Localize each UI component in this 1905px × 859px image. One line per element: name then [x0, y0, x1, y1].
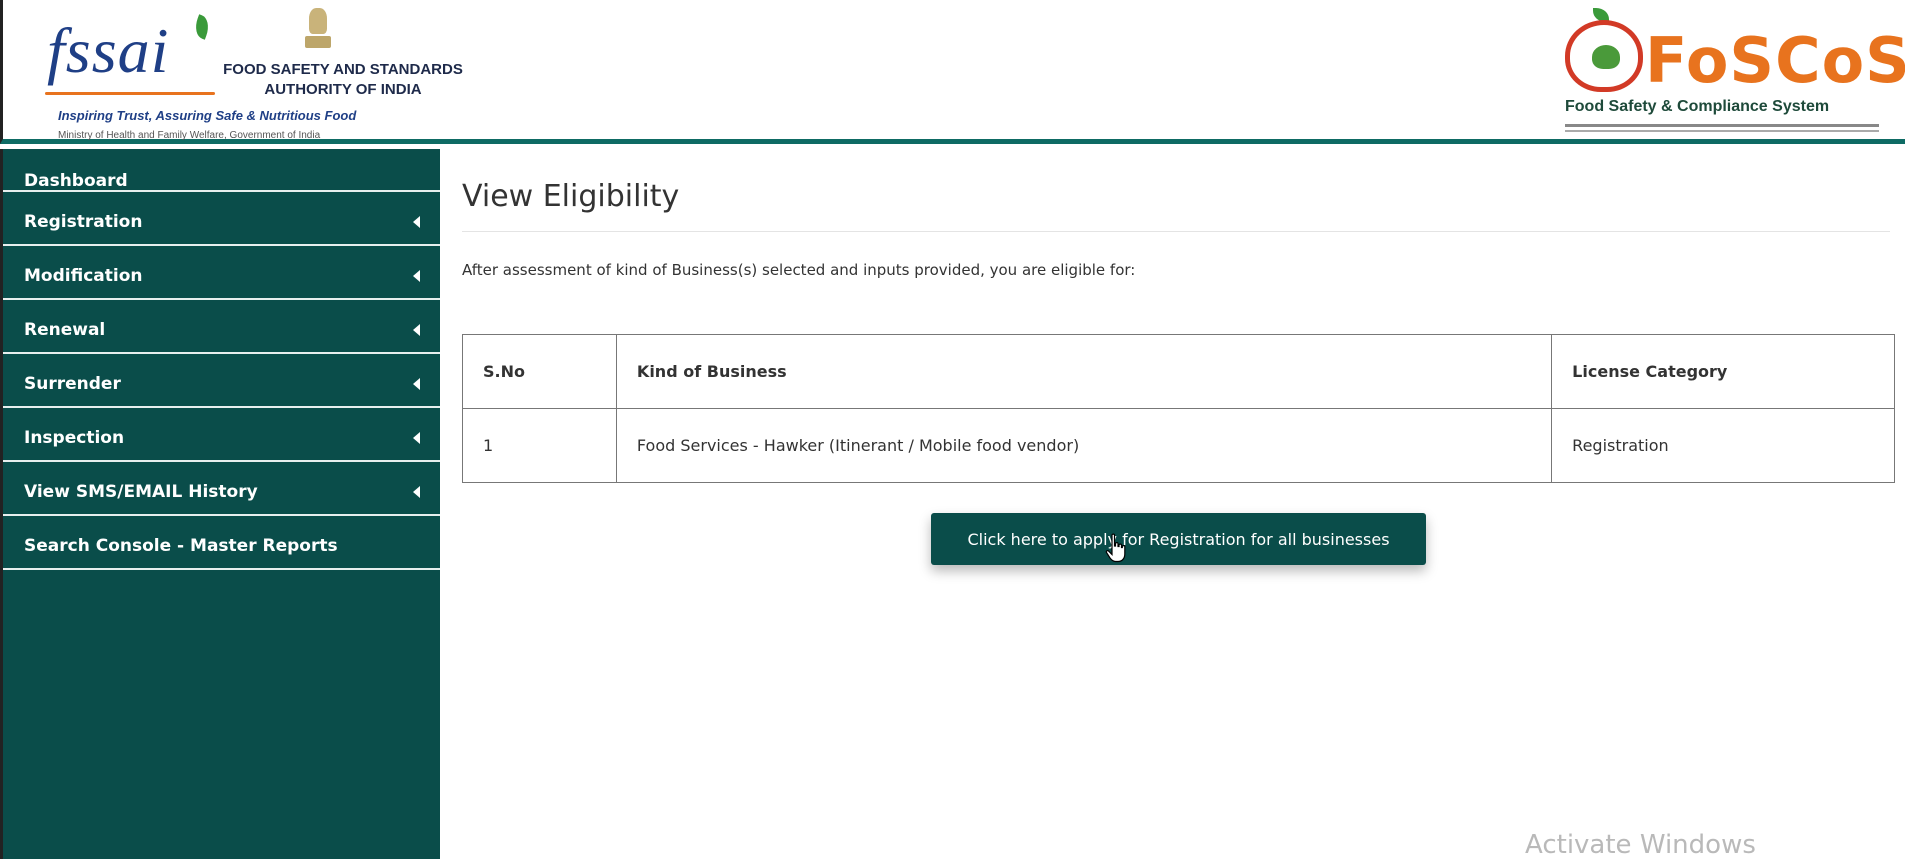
column-header-license-category: License Category [1551, 334, 1895, 409]
authority-line-1: FOOD SAFETY AND STANDARDS [223, 61, 463, 78]
eligibility-table: S.No Kind of Business License Category 1… [462, 334, 1895, 483]
chevron-left-icon [413, 432, 420, 444]
logo-underline [45, 92, 215, 95]
chevron-left-icon [413, 486, 420, 498]
authority-line-2: AUTHORITY OF INDIA [264, 81, 422, 98]
sidebar-item-renewal[interactable]: Renewal [3, 300, 440, 354]
ministry-text: Ministry of Health and Family Welfare, G… [58, 130, 321, 141]
divider [1565, 130, 1879, 132]
divider [1565, 124, 1879, 127]
foscos-subtitle: Food Safety & Compliance System [1565, 98, 1830, 115]
fssai-logo[interactable]: fssai FOOD SAFETY AND STANDARDS AUTHORIT… [33, 8, 463, 142]
sidebar-item-modification[interactable]: Modification [3, 246, 440, 300]
sidebar-nav: Dashboard Registration Modification Rene… [0, 149, 440, 859]
column-header-kind-of-business: Kind of Business [615, 334, 1553, 409]
chevron-left-icon [413, 270, 420, 282]
chevron-left-icon [413, 216, 420, 228]
tagline: Inspiring Trust, Assuring Safe & Nutriti… [58, 108, 357, 123]
page-title: View Eligibility [462, 179, 680, 214]
table-header-row: S.No Kind of Business License Category [462, 334, 1895, 409]
chevron-left-icon [413, 324, 420, 336]
sidebar-item-label: Registration [24, 212, 143, 232]
authority-name: FOOD SAFETY AND STANDARDS AUTHORITY OF I… [218, 60, 468, 100]
sidebar-item-surrender[interactable]: Surrender [3, 354, 440, 408]
main-content: View Eligibility After assessment of kin… [440, 149, 1905, 859]
national-emblem-icon [303, 8, 333, 54]
sidebar-item-label: Modification [24, 266, 143, 286]
sidebar-item-label: View SMS/EMAIL History [24, 482, 258, 502]
cell-kind-of-business: Food Services - Hawker (Itinerant / Mobi… [615, 408, 1553, 483]
sidebar-item-label: Dashboard [24, 171, 128, 191]
divider [462, 231, 1890, 232]
apply-registration-button[interactable]: Click here to apply for Registration for… [931, 513, 1426, 565]
sidebar-item-dashboard[interactable]: Dashboard [3, 149, 440, 192]
sidebar-item-label: Surrender [24, 374, 121, 394]
windows-activation-watermark: Activate Windows [1525, 830, 1756, 859]
sidebar-item-label: Inspection [24, 428, 125, 448]
leaf-icon [191, 14, 213, 40]
sidebar-item-search-console[interactable]: Search Console - Master Reports [3, 516, 440, 570]
hand-cursor-icon [1105, 533, 1126, 563]
foscos-logo[interactable]: FoSCoS Food Safety & Compliance System [1563, 6, 1905, 142]
chevron-left-icon [413, 378, 420, 390]
fssai-wordmark: fssai [47, 15, 170, 86]
sidebar-item-sms-email-history[interactable]: View SMS/EMAIL History [3, 462, 440, 516]
sidebar-item-inspection[interactable]: Inspection [3, 408, 440, 462]
cell-license-category: Registration [1551, 408, 1895, 483]
eligibility-intro: After assessment of kind of Business(s) … [462, 261, 1136, 279]
sidebar-item-label: Renewal [24, 320, 106, 340]
site-header: fssai FOOD SAFETY AND STANDARDS AUTHORIT… [0, 0, 1905, 144]
cell-sno: 1 [462, 408, 617, 483]
sidebar-item-label: Search Console - Master Reports [24, 536, 338, 556]
foscos-wordmark: FoSCoS [1645, 24, 1905, 97]
table-row: 1 Food Services - Hawker (Itinerant / Mo… [462, 408, 1895, 483]
apple-icon [1565, 20, 1643, 92]
column-header-sno: S.No [462, 334, 617, 409]
sidebar-item-registration[interactable]: Registration [3, 192, 440, 246]
